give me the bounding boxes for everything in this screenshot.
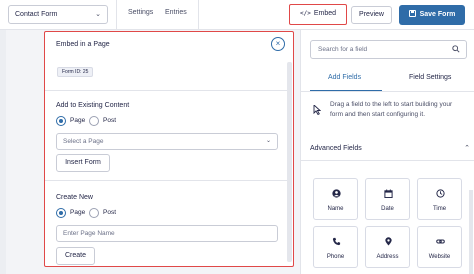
form-selector[interactable]: Contact Form ⌄ [8,5,108,24]
advanced-fields-title: Advanced Fields [310,145,362,152]
save-form-button[interactable]: Save Form [399,5,465,25]
page-name-placeholder: Enter Page Name [63,230,115,237]
section-divider [301,160,474,161]
link-icon [436,239,445,244]
existing-type-radios: Page Post [56,115,136,127]
tabs-divider [301,91,474,92]
cursor-icon [313,105,321,115]
preview-button[interactable]: Preview [351,6,392,24]
sidebar-scrollbar[interactable] [469,190,473,274]
panel-scrollbar[interactable] [287,62,292,262]
map-pin-icon [385,237,392,246]
form-selector-label: Contact Form [15,11,58,18]
settings-link[interactable]: Settings [128,9,153,16]
create-new-heading: Create New [56,194,93,201]
field-search-placeholder: Search for a field [318,46,368,53]
embed-panel: Embed in a Page × Form ID: 25 Add to Exi… [44,31,294,267]
field-tile-date[interactable]: Date [365,178,410,220]
field-tile-phone[interactable]: Phone [313,226,358,268]
field-search-input[interactable]: Search for a field [310,40,467,59]
drag-hint-text: Drag a field to the left to start buildi… [330,101,453,118]
insert-form-button[interactable]: Insert Form [56,154,110,172]
chevron-down-icon: ⌄ [95,11,101,18]
radio-existing-page-label: Page [70,117,86,124]
phone-icon [332,237,341,246]
field-tile-website[interactable]: Website [417,226,462,268]
panel-divider [45,90,291,91]
create-button[interactable]: Create [56,247,95,265]
existing-content-heading: Add to Existing Content [56,102,130,109]
select-page-dropdown[interactable]: Select a Page ⌄ [56,133,278,150]
field-tile-label: Time [432,206,447,212]
toolbar-divider [198,0,199,30]
field-tile-address[interactable]: Address [365,226,410,268]
code-icon: </> [299,10,311,17]
radio-create-post-label: Post [103,209,117,216]
radio-create-page-label: Page [70,209,86,216]
canvas-edge [0,30,6,274]
field-tile-label: Name [327,206,344,212]
form-id-badge: Form ID: 25 [57,67,94,77]
top-toolbar: Contact Form ⌄ Settings Entries </> Embed… [0,0,474,30]
tab-add-fields[interactable]: Add Fields [328,74,361,81]
save-form-label: Save Form [419,11,456,18]
embed-button-label: Embed [313,10,337,17]
select-page-placeholder: Select a Page [63,138,104,145]
field-tile-name[interactable]: Name [313,178,358,220]
clock-icon [436,189,445,198]
save-disk-icon [408,10,416,17]
field-sidebar: Search for a field Add Fields Field Sett… [300,30,474,274]
advanced-fields-header[interactable]: Advanced Fields ⌃ [310,143,470,157]
radio-existing-post-label: Post [103,117,117,124]
field-tile-label: Website [428,254,451,260]
chevron-up-icon: ⌃ [464,145,470,152]
entries-link[interactable]: Entries [165,9,187,16]
embed-panel-title: Embed in a Page [56,41,110,48]
field-tile-time[interactable]: Time [417,178,462,220]
page-name-input[interactable]: Enter Page Name [56,225,278,242]
panel-divider [45,180,291,181]
tab-field-settings[interactable]: Field Settings [409,74,451,81]
embed-button[interactable]: </> Embed [289,4,347,25]
close-icon[interactable]: × [271,37,285,51]
field-tile-label: Date [381,206,394,212]
search-icon [452,45,460,53]
radio-create-post[interactable] [89,208,99,218]
radio-existing-page[interactable] [56,116,66,126]
toolbar-divider [116,0,117,30]
field-tile-label: Address [376,254,399,260]
person-icon [332,189,341,198]
create-type-radios: Page Post [56,207,136,219]
radio-existing-post[interactable] [89,116,99,126]
calendar-icon [384,189,393,198]
field-tile-label: Phone [326,254,345,260]
chevron-down-icon: ⌄ [265,138,271,144]
radio-create-page[interactable] [56,208,66,218]
